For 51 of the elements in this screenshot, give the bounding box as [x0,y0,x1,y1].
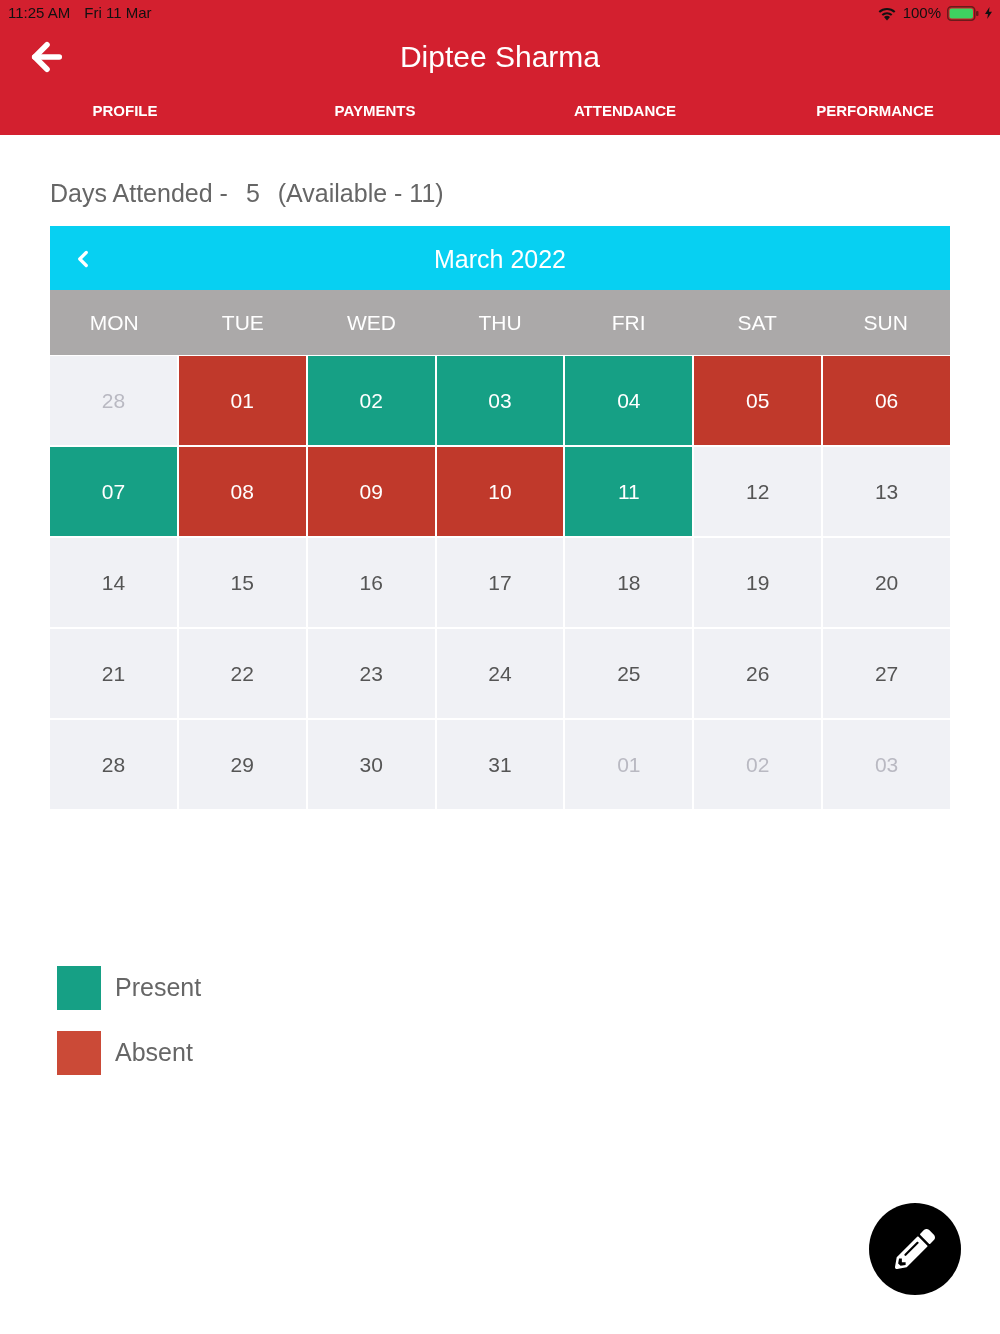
tab[interactable]: PAYMENTS [250,88,500,135]
available-days-text: (Available - 11) [277,178,444,209]
day-cell[interactable]: 19 [694,538,822,627]
day-cell[interactable]: 09 [307,447,435,536]
weekday-label: MON [89,309,139,336]
day-cell[interactable]: 17 [436,538,564,627]
day-cell[interactable]: 27 [823,629,950,718]
day-cell[interactable]: 26 [694,629,822,718]
day-cell[interactable]: 28 [50,720,177,809]
weekday-label: THU [478,309,522,336]
status-time: 11:25 AM [8,2,71,23]
day-cell[interactable]: 06 [823,356,950,445]
weekday-label: WED [346,309,396,336]
day-cell[interactable]: 29 [178,720,306,809]
weekday-label: FRI [611,309,646,336]
wifi-icon [876,5,897,21]
day-cell[interactable]: 13 [823,447,950,536]
day-cell[interactable]: 01 [178,356,306,445]
day-cell[interactable]: 12 [694,447,822,536]
day-cell[interactable]: 21 [50,629,177,718]
day-cell[interactable]: 14 [50,538,177,627]
battery-percent: 100% [902,2,941,23]
day-cell[interactable]: 23 [307,629,435,718]
day-cell[interactable]: 15 [178,538,306,627]
weekday-label: TUE [221,309,264,336]
day-cell[interactable]: 08 [178,447,306,536]
tab[interactable]: PROFILE [0,88,250,135]
weekday-label: SAT [737,309,777,336]
month-title: March 2022 [434,244,566,276]
day-cell[interactable]: 20 [823,538,950,627]
tab[interactable]: ATTENDANCE [500,88,750,135]
day-cell[interactable]: 25 [565,629,693,718]
day-cell[interactable]: 30 [307,720,435,809]
tab[interactable]: PERFORMANCE [750,88,1000,135]
day-cell[interactable]: 24 [436,629,564,718]
weekday-label: SUN [863,309,908,336]
status-date: Fri 11 Mar [84,2,152,23]
day-cell[interactable]: 05 [694,356,822,445]
day-cell[interactable]: 10 [436,447,564,536]
legend-label: Present [115,972,202,1004]
days-attended-count: 5 [245,178,260,209]
charging-bolt-icon [985,7,992,19]
day-cell[interactable]: 18 [565,538,693,627]
day-cell[interactable]: 22 [178,629,306,718]
battery-icon [947,5,979,21]
day-cell[interactable]: 31 [436,720,564,809]
pencil-icon [895,1229,935,1269]
legend-label: Absent [115,1037,193,1069]
day-cell[interactable]: 16 [307,538,435,627]
days-attended-label: Days Attended - [50,178,228,209]
page-title: Diptee Sharma [399,39,601,75]
